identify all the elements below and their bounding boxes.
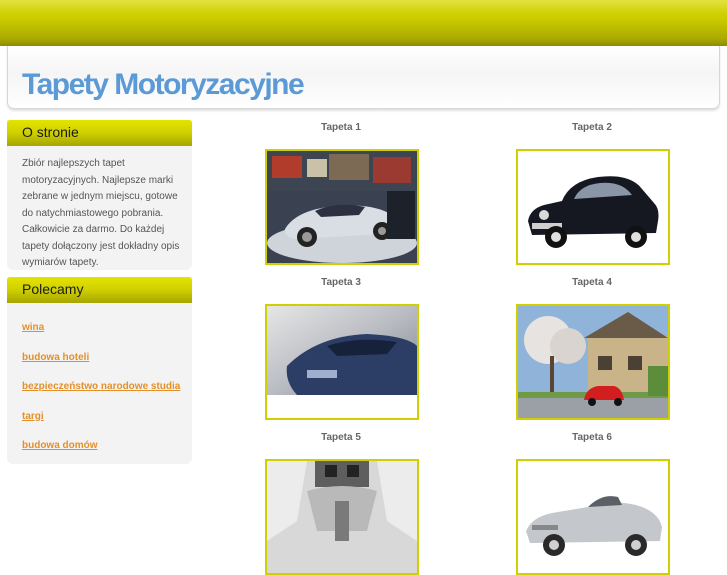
list-item: targi — [22, 406, 180, 436]
top-banner — [0, 0, 727, 46]
wallpaper-2-thumbnail[interactable] — [516, 149, 670, 265]
header-box: Tapety Motoryzacyjne — [7, 46, 720, 109]
top-banner-highlight — [0, 0, 727, 14]
classic-car-image — [518, 151, 668, 263]
wallpaper-5-label[interactable]: Tapeta 5 — [266, 432, 416, 443]
wallpaper-4-label[interactable]: Tapeta 4 — [517, 277, 667, 288]
about-box-header: O stronie — [7, 120, 192, 146]
wallpaper-1-label[interactable]: Tapeta 1 — [266, 122, 416, 133]
house-red-car-image — [518, 306, 668, 418]
link-bezpieczenstwo[interactable]: bezpieczeństwo narodowe studia — [22, 381, 180, 392]
link-budowa-domow[interactable]: budowa domów — [22, 440, 98, 451]
car-interior-image — [267, 461, 417, 573]
blue-car-image — [267, 306, 417, 395]
car-showroom-image — [267, 151, 417, 263]
list-item: budowa hoteli — [22, 347, 180, 377]
recommend-box: Polecamy wina budowa hoteli bezpieczeńst… — [7, 277, 192, 464]
about-text: Zbiór najlepszych tapet motoryzacyjnych.… — [22, 158, 180, 268]
list-item: bezpieczeństwo narodowe studia — [22, 376, 180, 406]
about-box: O stronie Zbiór najlepszych tapet motory… — [7, 120, 192, 270]
site-title[interactable]: Tapety Motoryzacyjne — [22, 68, 305, 102]
recommend-box-header: Polecamy — [7, 277, 192, 303]
link-budowa-hoteli[interactable]: budowa hoteli — [22, 352, 89, 363]
wallpaper-2-label[interactable]: Tapeta 2 — [517, 122, 667, 133]
wallpaper-3-thumbnail[interactable] — [265, 304, 419, 420]
wallpaper-6-label[interactable]: Tapeta 6 — [517, 432, 667, 443]
about-heading: O stronie — [22, 124, 79, 140]
silver-roadster-image — [518, 461, 668, 573]
link-wina[interactable]: wina — [22, 322, 44, 333]
wallpaper-6-thumbnail[interactable] — [516, 459, 670, 575]
wallpaper-1-thumbnail[interactable] — [265, 149, 419, 265]
list-item: wina — [22, 317, 180, 347]
link-targi[interactable]: targi — [22, 411, 44, 422]
recommend-links: wina budowa hoteli bezpieczeństwo narodo… — [22, 317, 180, 465]
list-item: budowa domów — [22, 435, 180, 465]
wallpaper-5-thumbnail[interactable] — [265, 459, 419, 575]
recommend-heading: Polecamy — [22, 281, 84, 297]
wallpaper-3-label[interactable]: Tapeta 3 — [266, 277, 416, 288]
wallpaper-4-thumbnail[interactable] — [516, 304, 670, 420]
